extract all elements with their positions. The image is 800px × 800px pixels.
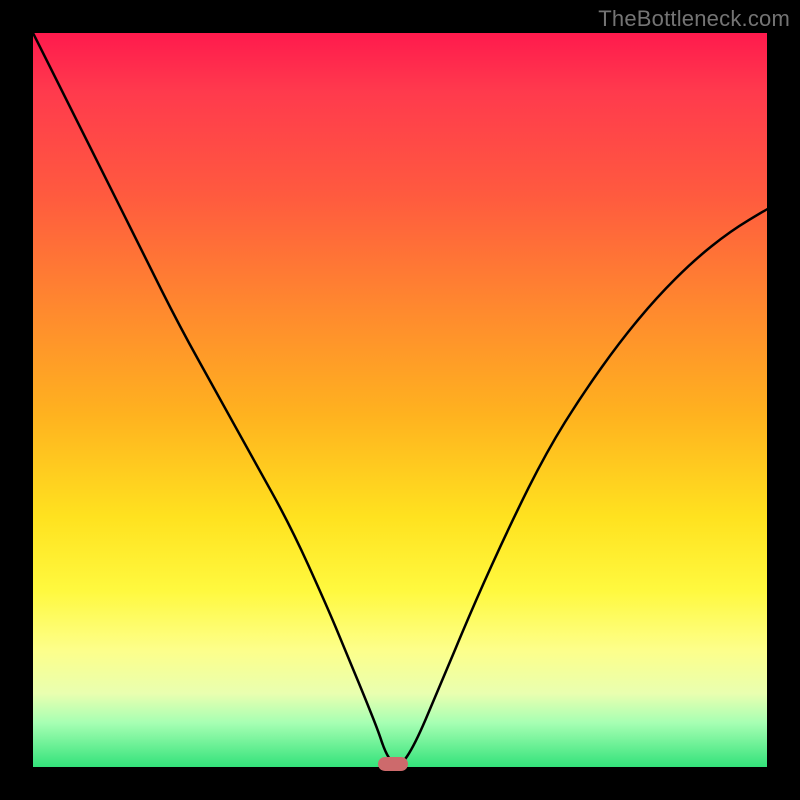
chart-frame: TheBottleneck.com [0, 0, 800, 800]
plot-area [33, 33, 767, 767]
bottleneck-marker [378, 757, 408, 771]
watermark-text: TheBottleneck.com [598, 6, 790, 32]
bottleneck-curve [33, 33, 767, 767]
